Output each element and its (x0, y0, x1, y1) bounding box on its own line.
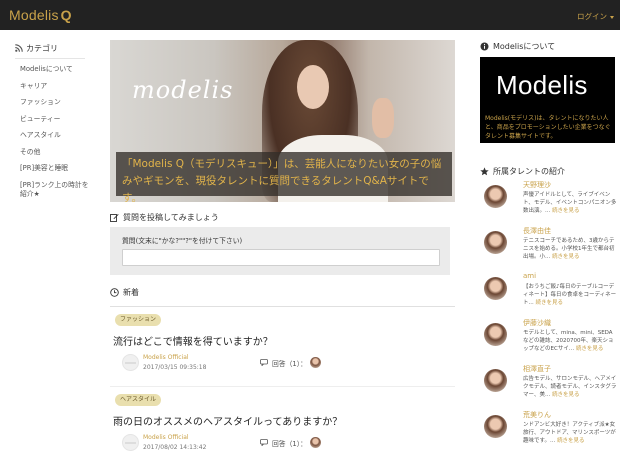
author-name[interactable]: Modelis Official (143, 354, 189, 361)
category-heading: カテゴリ (15, 40, 90, 56)
author-avatar (122, 434, 139, 451)
question-input[interactable] (122, 249, 440, 266)
category-heading-label: カテゴリ (26, 43, 58, 53)
question-title[interactable]: 流行はどこで情報を得ていますか？ (113, 333, 273, 348)
talents-heading: 所属タレントの紹介 (480, 165, 615, 177)
read-more-link[interactable]: 続きを見る (536, 300, 564, 306)
about-heading: Modelisについて (480, 40, 615, 52)
talent-name[interactable]: 相澤直子 (523, 364, 551, 374)
read-more-link[interactable]: 続きを見る (552, 392, 580, 398)
talent-name[interactable]: 天野理沙 (523, 180, 551, 190)
answer-label: 回答（1）： (272, 359, 307, 368)
divider (15, 58, 85, 59)
read-more-link[interactable]: 続きを見る (576, 346, 604, 352)
about-banner[interactable]: Modelis Modelis(モデリス)は、タレントになりたい人と、商品をプロ… (480, 57, 615, 143)
read-more-link[interactable]: 続きを見る (552, 208, 580, 214)
brand-q: Q (60, 7, 72, 23)
talent-avatar[interactable] (484, 231, 507, 254)
read-more-link[interactable]: 続きを見る (557, 438, 585, 444)
question-title[interactable]: 雨の日のオススメのヘアスタイルってありますか？ (113, 413, 342, 428)
category-item-pr-watch[interactable]: [PR]ランク上の時計を紹介★ (15, 181, 90, 199)
comment-icon (260, 439, 268, 446)
category-item-about[interactable]: Modelisについて (15, 65, 90, 74)
talent-name[interactable]: ami (523, 272, 536, 280)
question-item: ファッション 流行はどこで情報を得ていますか？ Modelis Official… (110, 307, 455, 387)
talent-card[interactable]: 伊藤沙織 モデルとして、mina、mini、SEDAなどの雑誌、2020700年… (480, 315, 615, 361)
about-logo-text: Modelis (496, 70, 588, 100)
rss-icon (15, 44, 23, 52)
brand-text: Modelis (9, 7, 59, 23)
category-item-other[interactable]: その他 (15, 148, 90, 157)
ask-heading-label: 質問を投稿してみましょう (123, 212, 219, 222)
question-item: ヘアスタイル 雨の日のオススメのヘアスタイルってありますか？ Modelis O… (110, 387, 455, 463)
talent-card[interactable]: 相澤直子 広告モデル、サロンモデル、ヘアメイクモデル、読者モデル、インスタグラマ… (480, 361, 617, 407)
edit-icon (110, 213, 119, 222)
category-item-pr-sleep[interactable]: [PR]美容と睡眠 (15, 164, 90, 173)
ask-field-label: 質問(文末に"かな?""?"を付けて下さい) (122, 237, 243, 245)
author-name[interactable]: Modelis Official (143, 434, 189, 441)
category-item-fashion[interactable]: ファッション (15, 98, 90, 107)
author-avatar (122, 354, 139, 371)
ask-heading: 質問を投稿してみましょう (110, 210, 455, 224)
about-heading-label: Modelisについて (493, 41, 556, 51)
category-item-beauty[interactable]: ビューティー (15, 115, 90, 124)
talent-description: 広告モデル、サロンモデル、ヘアメイクモデル、読者モデル、インスタグラマー、美..… (523, 375, 617, 399)
answerer-avatar[interactable] (309, 437, 321, 448)
talent-card[interactable]: 長澤由佳 テニスコーチであるため、3歳からテニスを始める。小学校1年生で都台初出… (480, 223, 615, 269)
login-label: ログイン (577, 12, 607, 21)
answerer-avatar[interactable] (309, 357, 321, 368)
talent-description: ンドアンビ大好き！アクティブ派★女 旅行、アウトドア、マリンスポーツが趣味です。… (523, 421, 617, 445)
answer-label: 回答（1）： (272, 439, 307, 448)
answer-count[interactable]: 回答（1）： (260, 357, 321, 368)
post-date: 2017/03/15 09:35:18 (143, 364, 207, 371)
talent-name[interactable]: 伊藤沙織 (523, 318, 551, 328)
talent-card[interactable]: 荒美りん ンドアンビ大好き！アクティブ派★女 旅行、アウトドア、マリンスポーツが… (480, 407, 617, 453)
hero-banner: modelis 「Modelis Q（モデリスキュー）」は、芸能人になりたい女の… (110, 40, 455, 202)
hero-model-hand (372, 98, 394, 138)
talent-avatar[interactable] (484, 185, 507, 208)
answer-count[interactable]: 回答（1）： (260, 437, 321, 448)
talent-avatar[interactable] (484, 277, 507, 300)
category-sidebar: カテゴリ Modelisについて キャリア ファッション ビューティー ヘアスタ… (15, 40, 90, 206)
talents-heading-label: 所属タレントの紹介 (493, 166, 565, 176)
category-item-career[interactable]: キャリア (15, 82, 90, 91)
comment-icon (260, 359, 268, 366)
category-tag[interactable]: ファッション (115, 314, 162, 326)
login-dropdown[interactable]: ログイン (577, 11, 614, 22)
talent-name[interactable]: 荒美りん (523, 410, 551, 420)
main-column: modelis 「Modelis Q（モデリスキュー）」は、芸能人になりたい女の… (110, 40, 455, 463)
hero-logo-text: modelis (132, 76, 234, 104)
post-date: 2017/08/02 14:13:42 (143, 444, 207, 451)
info-circle-icon (480, 42, 489, 50)
hero-model-face (297, 65, 329, 109)
right-sidebar: Modelisについて Modelis Modelis(モデリス)は、タレントに… (480, 40, 617, 453)
new-heading: 新着 (110, 286, 455, 299)
talent-card[interactable]: ami 【おうちご飯♪毎日のテーブルコーディネート】毎日の食卓をコーディネート.… (480, 269, 617, 315)
top-navbar: Modelis Q ログイン (0, 0, 620, 30)
talent-avatar[interactable] (484, 369, 507, 392)
hero-caption-text: 「Modelis Q（モデリスキュー）」は、芸能人になりたい女の子の悩みやギモン… (122, 158, 442, 202)
talent-description: 声優アイドルとして、ライブイベント、モデル、イベントコンパニオン多数出演。...… (523, 191, 617, 215)
read-more-link[interactable]: 続きを見る (552, 254, 580, 260)
talent-name[interactable]: 長澤由佳 (523, 226, 551, 236)
new-heading-label: 新着 (123, 288, 139, 297)
caret-down-icon (610, 15, 614, 19)
talent-avatar[interactable] (484, 415, 507, 438)
ask-form: 質問(文末に"かな?""?"を付けて下さい) (110, 227, 450, 275)
clock-icon (110, 288, 119, 297)
category-item-hairstyle[interactable]: ヘアスタイル (15, 131, 90, 140)
about-description: Modelis(モデリス)は、タレントになりたい人と、商品をプロモーションしたい… (485, 115, 611, 140)
brand-logo[interactable]: Modelis Q (9, 7, 72, 23)
talent-avatar[interactable] (484, 323, 507, 346)
star-icon (480, 166, 489, 175)
talent-description: テニスコーチであるため、3歳からテニスを始める。小学校1年生で都台初出場。小..… (523, 237, 617, 261)
talent-card[interactable]: 天野理沙 声優アイドルとして、ライブイベント、モデル、イベントコンパニオン多数出… (480, 177, 617, 223)
category-tag[interactable]: ヘアスタイル (115, 394, 162, 406)
talent-description: 【おうちご飯♪毎日のテーブルコーディネート】毎日の食卓をコーディネート... 続… (523, 283, 617, 307)
talent-description: モデルとして、mina、mini、SEDAなどの雑誌、2020700年、楽天ショ… (523, 329, 617, 353)
hero-caption-box: 「Modelis Q（モデリスキュー）」は、芸能人になりたい女の子の悩みやギモン… (116, 152, 452, 202)
